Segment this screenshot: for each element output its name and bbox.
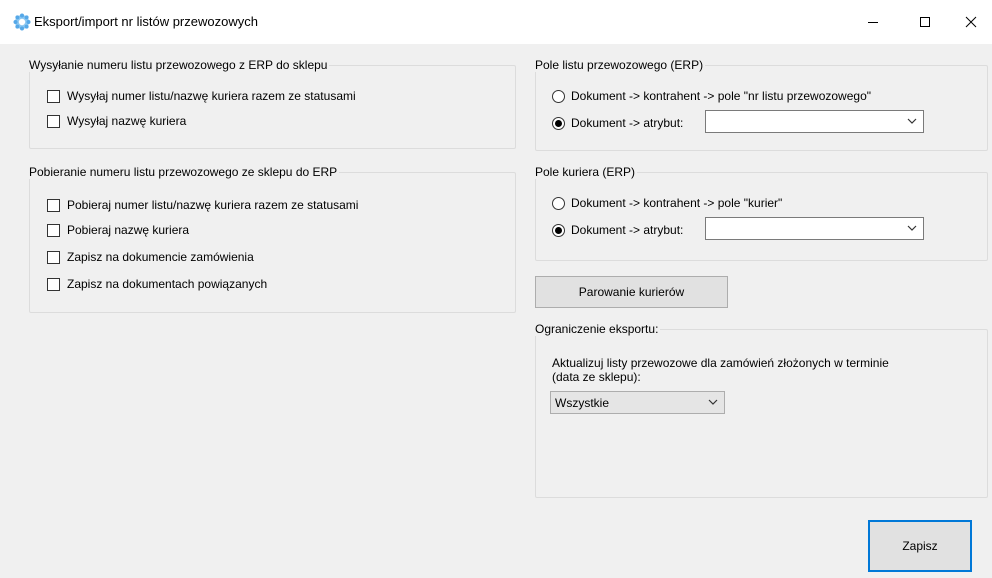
checkbox-label: Wysyłaj nazwę kuriera (67, 114, 187, 128)
title-bar: Eksport/import nr listów przewozowych (0, 0, 992, 44)
save-button[interactable]: Zapisz (868, 520, 972, 572)
courier-attribute-select[interactable] (705, 217, 924, 240)
radio-dot[interactable] (552, 116, 565, 130)
minimize-button[interactable] (850, 8, 896, 36)
checkbox-box[interactable] (47, 223, 60, 237)
checkbox-box[interactable] (47, 114, 60, 128)
waybill-attribute-radio[interactable]: Dokument -> atrybut: (552, 115, 683, 131)
courier-field-group: Pole kuriera (ERP) Dokument -> kontrahen… (535, 165, 988, 261)
chevron-down-icon (907, 118, 917, 124)
checkbox-box[interactable] (47, 250, 60, 264)
fetch-courier-name-checkbox[interactable]: Pobieraj nazwę kuriera (47, 222, 189, 238)
fetch-with-status-checkbox[interactable]: Pobieraj numer listu/nazwę kuriera razem… (47, 197, 358, 213)
checkbox-box[interactable] (47, 89, 60, 103)
gear-app-icon (13, 13, 31, 31)
chevron-down-icon (708, 399, 718, 405)
button-label: Zapisz (902, 539, 938, 553)
checkbox-box[interactable] (47, 277, 60, 291)
send-with-status-checkbox[interactable]: Wysyłaj numer listu/nazwę kuriera razem … (47, 88, 356, 104)
waybill-attribute-select[interactable] (705, 110, 924, 133)
export-limit-description-line1: Aktualizuj listy przewozowe dla zamówień… (552, 356, 889, 370)
radio-label: Dokument -> atrybut: (571, 116, 684, 130)
save-on-related-checkbox[interactable]: Zapisz na dokumentach powiązanych (47, 276, 267, 292)
dialog-window: Eksport/import nr listów przewozowych Wy… (0, 0, 992, 578)
export-limit-group-title: Ograniczenie eksportu: (535, 322, 661, 336)
export-limit-description-line2: (data ze sklepu): (552, 370, 641, 384)
fetch-waybill-group-title: Pobieranie numeru listu przewozowego ze … (29, 165, 340, 179)
close-button[interactable] (948, 8, 992, 36)
radio-label: Dokument -> kontrahent -> pole "kurier" (571, 196, 783, 210)
checkbox-label: Zapisz na dokumentach powiązanych (67, 277, 268, 291)
maximize-icon (920, 17, 930, 27)
waybill-contractor-radio[interactable]: Dokument -> kontrahent -> pole "nr listu… (552, 88, 871, 104)
save-on-order-checkbox[interactable]: Zapisz na dokumencie zamówienia (47, 249, 254, 265)
waybill-field-group: Pole listu przewozowego (ERP) Dokument -… (535, 58, 988, 151)
courier-attribute-radio[interactable]: Dokument -> atrybut: (552, 222, 683, 238)
send-courier-name-checkbox[interactable]: Wysyłaj nazwę kuriera (47, 113, 186, 129)
close-icon (965, 16, 977, 28)
checkbox-label: Wysyłaj numer listu/nazwę kuriera razem … (67, 89, 356, 103)
waybill-field-group-title: Pole listu przewozowego (ERP) (535, 58, 706, 72)
chevron-down-icon (907, 225, 917, 231)
radio-dot[interactable] (552, 196, 565, 210)
courier-contractor-radio[interactable]: Dokument -> kontrahent -> pole "kurier" (552, 195, 782, 211)
send-waybill-group: Wysyłanie numeru listu przewozowego z ER… (29, 58, 516, 149)
fetch-waybill-group: Pobieranie numeru listu przewozowego ze … (29, 165, 516, 313)
send-waybill-group-title: Wysyłanie numeru listu przewozowego z ER… (29, 58, 330, 72)
checkbox-label: Pobieraj nazwę kuriera (67, 223, 190, 237)
radio-dot[interactable] (552, 89, 565, 103)
export-limit-group: Ograniczenie eksportu: Aktualizuj listy … (535, 322, 988, 498)
courier-pairing-button[interactable]: Parowanie kurierów (535, 276, 728, 308)
radio-label: Dokument -> atrybut: (571, 223, 684, 237)
button-label: Parowanie kurierów (578, 285, 685, 299)
window-title: Eksport/import nr listów przewozowych (34, 14, 258, 29)
radio-dot[interactable] (552, 223, 565, 237)
courier-field-group-title: Pole kuriera (ERP) (535, 165, 638, 179)
checkbox-box[interactable] (47, 198, 60, 212)
checkbox-label: Pobieraj numer listu/nazwę kuriera razem… (67, 198, 359, 212)
maximize-button[interactable] (902, 8, 948, 36)
checkbox-label: Zapisz na dokumencie zamówienia (67, 250, 254, 264)
minimize-icon (868, 22, 878, 23)
select-value: Wszystkie (555, 396, 609, 410)
date-range-select[interactable]: Wszystkie (550, 391, 725, 414)
radio-label: Dokument -> kontrahent -> pole "nr listu… (571, 89, 872, 103)
